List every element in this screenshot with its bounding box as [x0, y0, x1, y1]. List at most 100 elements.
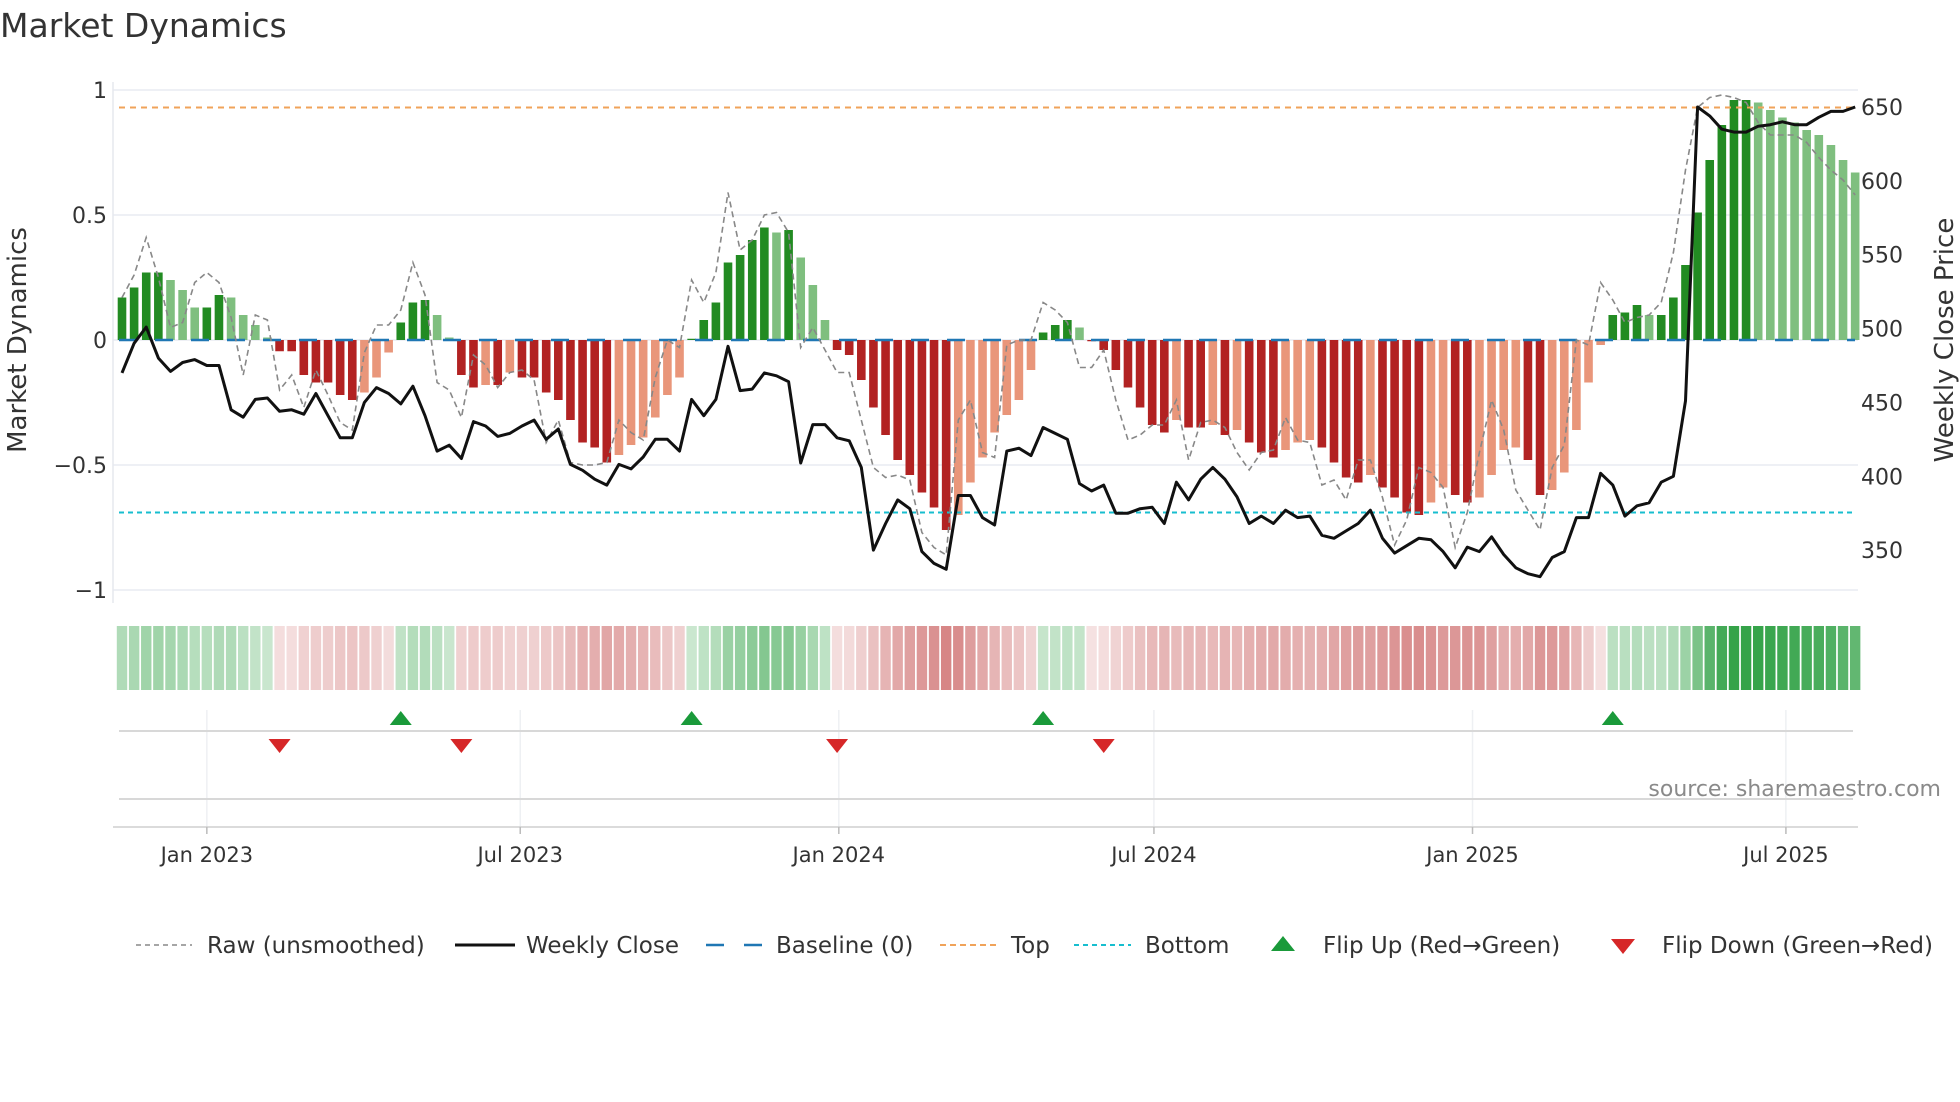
heat-cell — [1583, 626, 1594, 690]
heat-cell — [1656, 626, 1667, 690]
heat-cell — [553, 626, 564, 690]
momentum-bar — [869, 340, 878, 408]
momentum-bar — [1656, 315, 1666, 340]
heat-cell — [807, 626, 819, 690]
momentum-bar — [1196, 340, 1205, 428]
momentum-bar — [178, 290, 187, 340]
momentum-bar — [1390, 340, 1399, 498]
heat-cell — [1122, 626, 1134, 690]
heat-cell — [1486, 626, 1497, 690]
y-tick-label: 0 — [93, 329, 107, 354]
heat-cell — [1631, 626, 1643, 690]
source-label: source: sharemaestro.com — [1648, 777, 1941, 802]
momentum-bar — [469, 340, 478, 388]
flip-up-marker — [1032, 711, 1055, 725]
heat-cell — [892, 626, 903, 690]
heat-cell — [177, 626, 188, 690]
legend-label: Flip Down (Green→Red) — [1662, 933, 1933, 959]
momentum-bar — [929, 340, 939, 508]
heat-cell — [953, 626, 964, 690]
heat-cell — [734, 626, 746, 690]
momentum-bar — [1111, 340, 1121, 370]
momentum-bar — [1850, 172, 1860, 340]
heat-cell — [928, 626, 940, 690]
momentum-bar — [1414, 340, 1424, 515]
momentum-bar — [1523, 340, 1533, 460]
flip-up-marker — [389, 711, 412, 725]
momentum-bar — [990, 340, 999, 433]
heat-cell — [1813, 626, 1824, 690]
momentum-bar — [166, 280, 175, 340]
momentum-bar — [420, 300, 430, 340]
heat-cell — [1753, 626, 1764, 690]
momentum-bar — [1075, 327, 1084, 340]
y-tick-label: 1 — [93, 79, 107, 104]
heat-cell — [1171, 626, 1182, 690]
momentum-bar — [1317, 340, 1327, 448]
momentum-bar — [384, 340, 393, 353]
momentum-bar — [1802, 130, 1811, 340]
momentum-bar — [978, 340, 987, 458]
heat-cell — [1147, 626, 1158, 690]
heat-cell — [1353, 626, 1364, 690]
legend-label: Bottom — [1145, 933, 1229, 959]
heat-cell — [128, 626, 140, 690]
momentum-bar — [517, 340, 527, 378]
heat-cell — [1595, 626, 1606, 690]
momentum-bar — [457, 340, 466, 375]
momentum-bar — [650, 340, 660, 418]
heat-cell — [1013, 626, 1025, 690]
y-tick-label: 0.5 — [72, 204, 107, 229]
heat-cell — [1037, 626, 1049, 690]
heat-cell — [383, 626, 394, 690]
legend-label: Weekly Close — [526, 933, 679, 959]
heat-cell — [625, 626, 637, 690]
heat-cell — [1668, 626, 1679, 690]
heat-cell — [710, 626, 722, 690]
momentum-bar — [432, 315, 442, 340]
momentum-bar — [1729, 100, 1739, 340]
heat-cell — [577, 626, 588, 690]
momentum-bar — [1693, 212, 1702, 340]
heat-cell — [916, 626, 928, 690]
heat-cell — [698, 626, 709, 690]
heat-cell — [347, 626, 358, 690]
momentum-bar — [1402, 340, 1412, 513]
momentum-bar — [408, 302, 418, 340]
heat-cell — [189, 626, 200, 690]
heat-cell — [1765, 626, 1776, 690]
heat-cell — [1086, 626, 1097, 690]
heat-cell — [1704, 626, 1715, 690]
flip-down-marker — [1092, 739, 1115, 753]
heat-cell — [831, 626, 843, 690]
flip-down-marker — [450, 739, 473, 753]
heat-cell — [298, 626, 309, 690]
heat-cell — [1450, 626, 1461, 690]
momentum-bar — [1705, 160, 1715, 340]
momentum-bar — [1172, 340, 1181, 420]
heat-cell — [1619, 626, 1631, 690]
heat-cell — [541, 626, 552, 690]
heat-cell — [1268, 626, 1279, 690]
y2-tick-label: 400 — [1861, 465, 1903, 490]
heat-cell — [989, 626, 1000, 690]
heat-cell — [141, 626, 152, 690]
heat-cell — [1837, 626, 1849, 690]
heat-cell — [722, 626, 734, 690]
momentum-bar — [505, 340, 515, 373]
heat-cell — [528, 626, 540, 690]
legend-item-close: Weekly Close — [455, 933, 679, 959]
heat-cell — [650, 626, 661, 690]
heat-cell — [1510, 626, 1521, 690]
momentum-bar — [796, 257, 806, 340]
momentum-bar — [760, 227, 769, 340]
momentum-bar — [1669, 297, 1678, 340]
heat-cell — [1559, 626, 1570, 690]
heat-cell — [1365, 626, 1376, 690]
heat-cell — [565, 626, 576, 690]
heat-cell — [395, 626, 406, 690]
heat-cell — [1825, 626, 1837, 690]
momentum-bar — [275, 340, 284, 352]
momentum-bar — [735, 255, 745, 340]
legend-label: Raw (unsmoothed) — [207, 933, 425, 959]
